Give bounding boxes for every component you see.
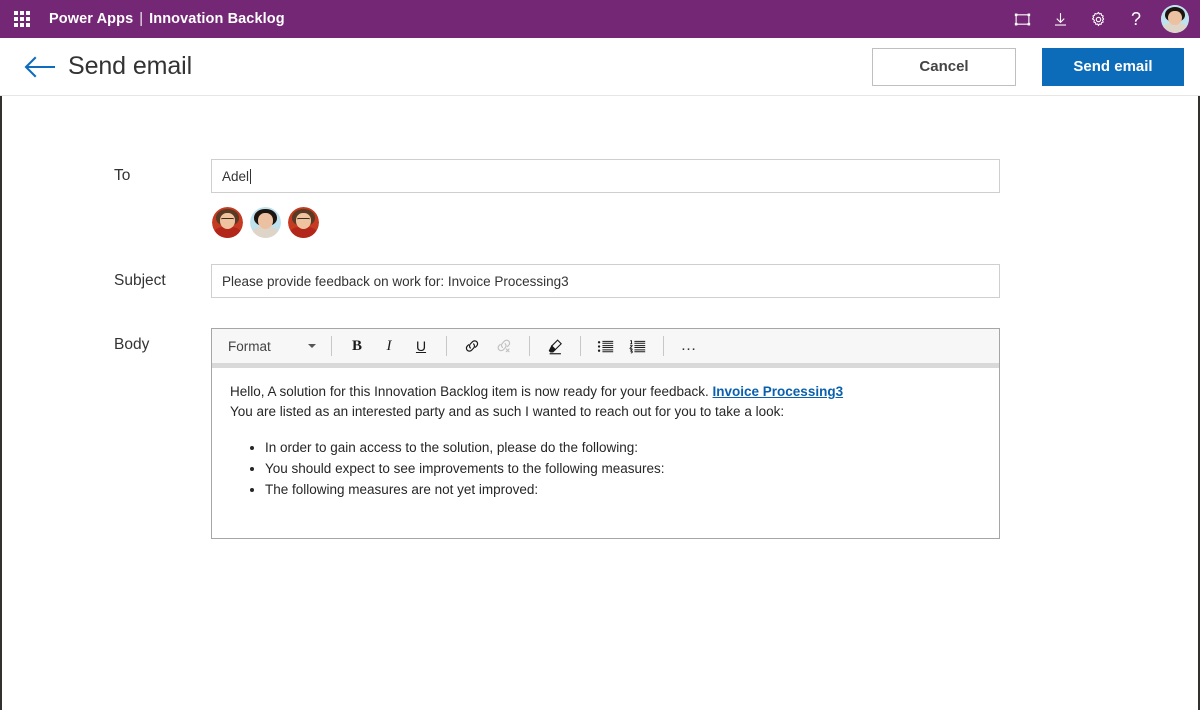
format-dropdown-label: Format [228,338,271,354]
ellipsis-icon: … [680,337,698,355]
cancel-button[interactable]: Cancel [872,47,1016,86]
subject-input[interactable]: Please provide feedback on work for: Inv… [211,264,1000,298]
toolbar-separator [580,336,581,356]
subject-field-container: Please provide feedback on work for: Inv… [211,264,1000,298]
recipient-avatar-2[interactable] [250,207,281,238]
back-arrow-icon[interactable] [20,47,60,87]
underline-icon: U [415,338,427,354]
help-question-glyph: ? [1130,9,1141,29]
recipient-portrait-2 [250,207,281,238]
to-input[interactable]: Adel [211,159,1000,193]
to-field-row: To Adel [114,159,1000,238]
brand-app-name: Innovation Backlog [149,11,285,27]
suite-actions: ? [1003,0,1191,38]
fit-to-screen-icon[interactable] [1003,0,1041,38]
body-field-container: Format B I U … Hello, A solution for thi… [211,328,1000,539]
recipient-avatar-3[interactable] [288,207,319,238]
link-icon [465,340,479,352]
help-question-icon[interactable]: ? [1117,0,1155,38]
spacer-to-subject [114,238,1000,264]
bold-button[interactable]: B [343,333,371,359]
to-label: To [114,167,131,184]
unlink-icon [497,339,511,353]
subject-label: Subject [114,272,166,289]
italic-icon: I [386,337,392,354]
subject-input-value: Please provide feedback on work for: Inv… [222,273,569,289]
format-dropdown[interactable]: Format [218,333,322,359]
subject-field-row: Subject Please provide feedback on work … [114,264,1000,298]
to-input-value: Adel [222,168,250,184]
gear-icon[interactable] [1079,0,1117,38]
invoice-processing-link[interactable]: Invoice Processing3 [713,384,844,399]
insert-link-button[interactable] [458,333,486,359]
brand-separator: | [139,11,144,27]
body-paragraph-2: You are listed as an interested party an… [230,404,785,419]
download-icon[interactable] [1041,0,1079,38]
recipient-avatar-1[interactable] [212,207,243,238]
body-label: Body [114,336,150,353]
email-body-editor-area[interactable]: Hello, A solution for this Innovation Ba… [212,368,999,538]
numbered-list-button[interactable] [624,333,652,359]
to-recipients-avatars [212,207,1000,238]
toolbar-separator [529,336,530,356]
body-paragraph-1: Hello, A solution for this Innovation Ba… [230,382,983,402]
list-item: You should expect to see improvements to… [265,459,983,479]
bold-icon: B [351,337,362,354]
more-commands-button[interactable]: … [675,333,703,359]
chevron-down-icon [308,344,316,348]
app-launcher-waffle-icon[interactable] [7,4,37,34]
brand-product-name: Power Apps [49,11,134,27]
to-field-container: Adel [211,159,1000,238]
user-avatar-portrait [1161,5,1189,33]
send-email-button[interactable]: Send email [1042,47,1184,86]
text-caret [250,168,252,184]
italic-button[interactable]: I [375,333,403,359]
toolbar-separator [331,336,332,356]
body-field-row: Body Format B I U … Hello, A solution fo… [114,328,1000,539]
list-item: In order to gain access to the solution,… [265,438,983,458]
spacer-subject-body [114,298,1000,328]
underline-button[interactable]: U [407,333,435,359]
page-title: Send email [68,52,193,80]
rich-text-editor: Format B I U … Hello, A solution for thi… [211,328,1000,539]
bulleted-list-button[interactable] [592,333,620,359]
command-bar: Send email Cancel Send email [0,38,1200,96]
send-email-form: To Adel Subject Please provide feedback … [114,159,1000,539]
bulleted-list-icon [597,340,614,352]
brand-title[interactable]: Power Apps | Innovation Backlog [49,11,285,27]
page-body: To Adel Subject Please provide feedback … [0,96,1200,710]
body-paragraph-1-text: Hello, A solution for this Innovation Ba… [230,384,713,399]
numbered-list-icon [629,339,646,353]
recipient-portrait-1 [212,207,243,238]
body-bullet-list: In order to gain access to the solution,… [230,438,983,500]
list-item: The following measures are not yet impro… [265,480,983,500]
highlighter-icon [548,338,562,354]
toolbar-separator [446,336,447,356]
toolbar-separator [663,336,664,356]
clear-format-button[interactable] [541,333,569,359]
recipient-portrait-3 [288,207,319,238]
waffle-grid [14,11,30,27]
remove-link-button [490,333,518,359]
editor-toolbar: Format B I U … [212,329,999,363]
suite-header-bar: Power Apps | Innovation Backlog ? [0,0,1200,38]
user-avatar[interactable] [1161,5,1189,33]
app-root: Power Apps | Innovation Backlog ? Send e… [0,0,1200,710]
